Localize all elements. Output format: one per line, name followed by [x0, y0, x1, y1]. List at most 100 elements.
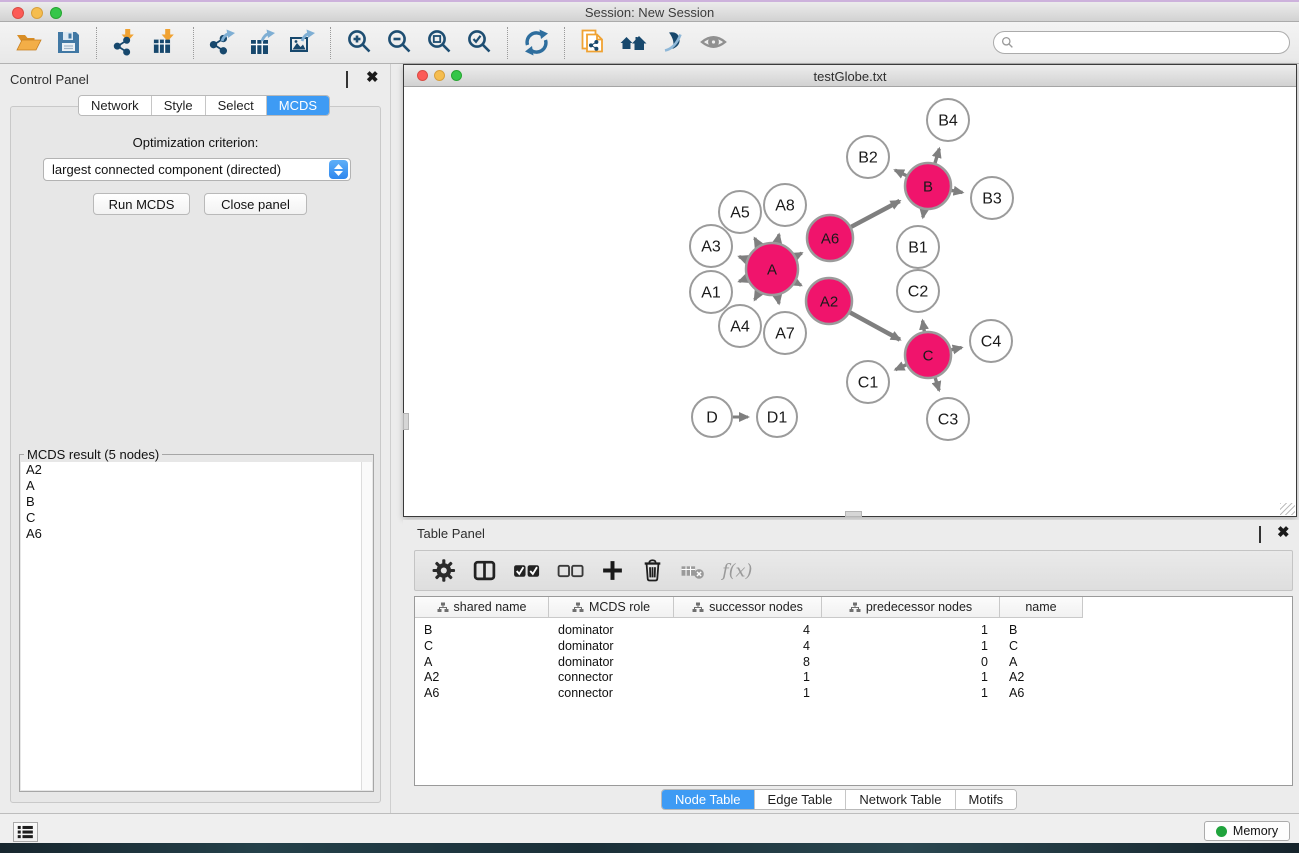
node-B4[interactable]: B4	[927, 99, 969, 141]
node-B1[interactable]: B1	[897, 226, 939, 268]
run-mcds-button[interactable]: Run MCDS	[93, 193, 190, 215]
zoom-in-icon[interactable]	[344, 28, 374, 58]
tab-network-table[interactable]: Network Table	[846, 790, 955, 809]
close-panel-icon[interactable]: ✖	[366, 72, 378, 84]
close-table-panel-icon[interactable]: ✖	[1277, 527, 1289, 539]
cell-successor_nodes[interactable]: 4	[674, 639, 810, 655]
network-canvas[interactable]: AA1A3A4A5A7A8A6A2BB1B2B3B4CC1C2C3C4DD1	[404, 87, 1296, 516]
node-A4[interactable]: A4	[719, 305, 761, 347]
node-C4[interactable]: C4	[970, 320, 1012, 362]
edge-A-A8[interactable]	[777, 234, 779, 242]
edge-B-B2[interactable]	[895, 170, 906, 176]
node-A6[interactable]: A6	[807, 215, 853, 261]
tab-node-table[interactable]: Node Table	[662, 790, 755, 809]
export-table-icon[interactable]	[247, 28, 277, 58]
tab-style[interactable]: Style	[152, 96, 206, 115]
cell-mcds_role[interactable]: dominator	[558, 623, 614, 639]
node-A7[interactable]: A7	[764, 312, 806, 354]
save-session-icon[interactable]	[53, 28, 83, 58]
criterion-select[interactable]: largest connected component (directed)	[43, 158, 351, 181]
result-item[interactable]: B	[21, 494, 372, 510]
result-item[interactable]: A	[21, 478, 372, 494]
cell-mcds_role[interactable]: connector	[558, 670, 613, 686]
bottom-collapse-handle[interactable]	[845, 511, 862, 517]
node-B[interactable]: B	[905, 163, 951, 209]
select-all-checks-icon[interactable]	[512, 557, 541, 584]
cell-successor_nodes[interactable]: 1	[674, 686, 810, 702]
edge-A-A7[interactable]	[777, 296, 779, 304]
cell-shared_name[interactable]: A2	[424, 670, 439, 686]
tab-mcds[interactable]: MCDS	[267, 96, 329, 115]
import-network-icon[interactable]	[110, 28, 140, 58]
open-session-icon[interactable]	[13, 28, 43, 58]
table-settings-icon[interactable]	[431, 557, 457, 584]
node-A[interactable]: A	[746, 243, 798, 295]
column-header-predecessor-nodes[interactable]: predecessor nodes	[822, 597, 1000, 618]
search-field[interactable]	[993, 31, 1290, 54]
cell-successor_nodes[interactable]: 4	[674, 623, 810, 639]
result-item[interactable]: A2	[21, 462, 372, 478]
export-image-icon[interactable]	[287, 28, 317, 58]
cell-shared_name[interactable]: C	[424, 639, 433, 655]
delete-rows-icon[interactable]	[640, 557, 665, 584]
node-C1[interactable]: C1	[847, 361, 889, 403]
edge-C-C2[interactable]	[923, 321, 925, 332]
node-table[interactable]: shared nameMCDS rolesuccessor nodesprede…	[414, 596, 1293, 786]
float-table-panel-icon[interactable]	[1259, 527, 1271, 539]
zoom-out-icon[interactable]	[384, 28, 414, 58]
node-C2[interactable]: C2	[897, 270, 939, 312]
memory-button[interactable]: Memory	[1204, 821, 1290, 841]
node-D[interactable]: D	[692, 397, 732, 437]
tab-edge-table[interactable]: Edge Table	[755, 790, 847, 809]
cell-name[interactable]: A6	[1009, 686, 1024, 702]
search-input[interactable]	[1014, 34, 1289, 52]
left-collapse-handle[interactable]	[403, 413, 409, 430]
float-panel-icon[interactable]	[346, 72, 358, 84]
column-header-name[interactable]: name	[1000, 597, 1083, 618]
cell-predecessor_nodes[interactable]: 1	[822, 670, 988, 686]
cell-name[interactable]: B	[1009, 623, 1017, 639]
edge-C-C4[interactable]	[951, 348, 961, 350]
edge-A-A1[interactable]	[739, 279, 747, 282]
apply-layout-icon[interactable]	[521, 28, 551, 58]
eye-icon[interactable]	[698, 28, 728, 58]
cell-predecessor_nodes[interactable]: 0	[822, 655, 988, 671]
clear-all-checks-icon[interactable]	[556, 557, 585, 584]
edge-A-A3[interactable]	[739, 257, 747, 260]
node-C3[interactable]: C3	[927, 398, 969, 440]
cell-predecessor_nodes[interactable]: 1	[822, 623, 988, 639]
node-A5[interactable]: A5	[719, 191, 761, 233]
edge-A2-C[interactable]	[850, 313, 900, 340]
mcds-result-list[interactable]: A2ABCA6	[21, 462, 372, 790]
show-hide-details-icon[interactable]	[658, 28, 688, 58]
edge-A-A5[interactable]	[755, 238, 759, 245]
edge-A-A2[interactable]	[796, 282, 802, 285]
node-D1[interactable]: D1	[757, 397, 797, 437]
cell-name[interactable]: C	[1009, 639, 1018, 655]
tab-network[interactable]: Network	[79, 96, 152, 115]
cell-successor_nodes[interactable]: 1	[674, 670, 810, 686]
cell-mcds_role[interactable]: connector	[558, 686, 613, 702]
cell-shared_name[interactable]: B	[424, 623, 432, 639]
import-table-icon[interactable]	[150, 28, 180, 58]
node-A3[interactable]: A3	[690, 225, 732, 267]
column-header-MCDS-role[interactable]: MCDS role	[549, 597, 674, 618]
resize-grip[interactable]	[1280, 503, 1295, 515]
edge-B-B1[interactable]	[923, 210, 924, 218]
edge-A-A6[interactable]	[796, 253, 802, 256]
edge-B-B3[interactable]	[952, 190, 963, 192]
tab-select[interactable]: Select	[206, 96, 267, 115]
cell-predecessor_nodes[interactable]: 1	[822, 639, 988, 655]
edge-A6-B[interactable]	[851, 201, 900, 227]
task-list-button[interactable]	[13, 822, 38, 842]
close-panel-button[interactable]: Close panel	[204, 193, 307, 215]
edge-C-C1[interactable]	[895, 365, 906, 370]
node-B3[interactable]: B3	[971, 177, 1013, 219]
node-B2[interactable]: B2	[847, 136, 889, 178]
cell-mcds_role[interactable]: dominator	[558, 655, 614, 671]
node-A2[interactable]: A2	[806, 278, 852, 324]
node-C[interactable]: C	[905, 332, 951, 378]
edge-A-A4[interactable]	[755, 293, 759, 300]
network-window-titlebar[interactable]: testGlobe.txt	[404, 65, 1296, 87]
export-network-icon[interactable]	[207, 28, 237, 58]
